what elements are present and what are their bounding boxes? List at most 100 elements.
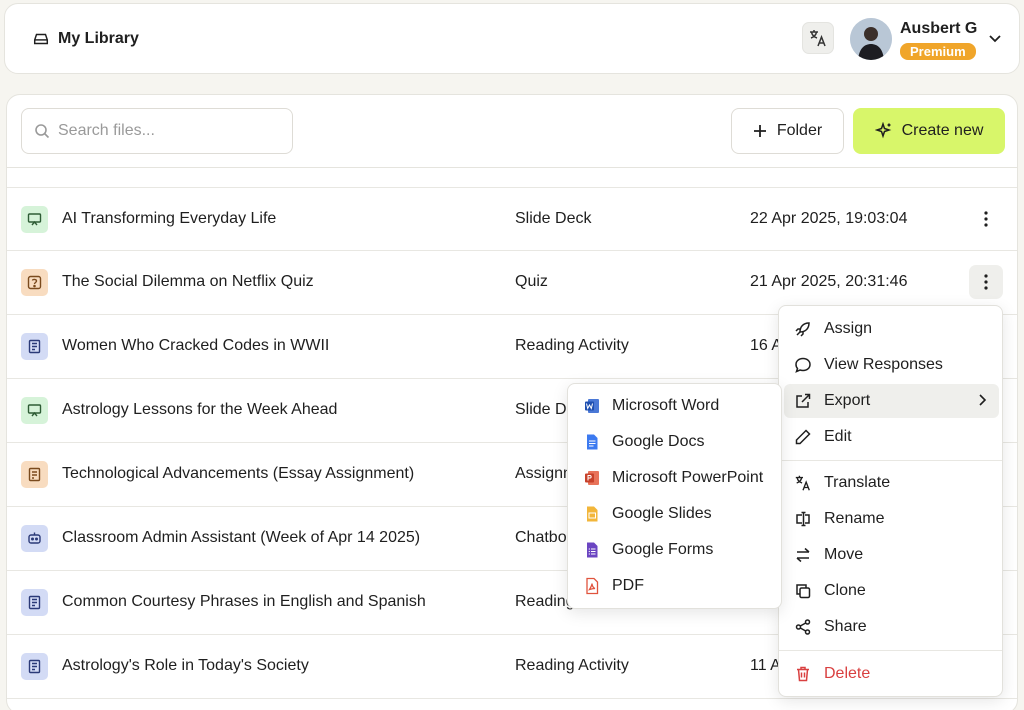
export-pdf-item[interactable]: PDF bbox=[573, 569, 778, 603]
folder-label: Folder bbox=[776, 122, 823, 139]
file-name[interactable]: Women Who Cracked Codes in WWII bbox=[62, 337, 329, 355]
microsoft-word-icon bbox=[585, 399, 599, 413]
create-label: Create new bbox=[901, 122, 984, 139]
file-name[interactable]: The Social Dilemma on Netflix Quiz bbox=[62, 273, 314, 291]
chatbot-icon bbox=[21, 525, 48, 552]
move-menu-item[interactable]: Move bbox=[784, 538, 999, 572]
search-box[interactable] bbox=[21, 108, 293, 154]
chevron-right-icon bbox=[979, 394, 987, 406]
rocket-icon bbox=[795, 322, 810, 337]
arrows-swap-icon bbox=[796, 547, 810, 563]
edit-menu-item[interactable]: Edit bbox=[784, 420, 999, 454]
file-type: Slide D bbox=[515, 401, 567, 418]
rename-icon bbox=[796, 511, 810, 527]
export-submenu: Microsoft Word Google Docs Microsoft Pow… bbox=[567, 383, 782, 609]
my-library-link[interactable]: My Library bbox=[32, 30, 139, 48]
menu-label: Rename bbox=[824, 510, 885, 527]
context-menu: Assign View Responses Export Edit Transl… bbox=[778, 305, 1003, 697]
user-name: Ausbert G bbox=[900, 20, 978, 37]
file-name[interactable]: Common Courtesy Phrases in English and S… bbox=[62, 593, 426, 611]
file-date: 11 A bbox=[750, 657, 781, 674]
more-options-button[interactable] bbox=[969, 265, 1003, 299]
menu-divider bbox=[779, 650, 1002, 651]
file-type: Slide Deck bbox=[515, 210, 592, 227]
reading-icon bbox=[21, 589, 48, 616]
menu-label: Google Docs bbox=[612, 433, 705, 450]
menu-label: PDF bbox=[612, 577, 644, 594]
quiz-icon bbox=[21, 269, 48, 296]
menu-label: Clone bbox=[824, 582, 866, 599]
menu-label: Delete bbox=[824, 665, 871, 682]
translate-menu-item[interactable]: Translate bbox=[784, 466, 999, 500]
pdf-icon bbox=[586, 577, 599, 595]
presentation-icon bbox=[21, 206, 48, 233]
language-button[interactable] bbox=[802, 22, 834, 54]
more-options-button[interactable] bbox=[969, 202, 1003, 236]
menu-label: View Responses bbox=[824, 356, 943, 373]
google-docs-icon bbox=[587, 434, 598, 450]
drive-icon bbox=[33, 33, 49, 45]
copy-icon bbox=[796, 584, 811, 599]
share-icon bbox=[795, 619, 811, 635]
menu-divider bbox=[779, 460, 1002, 461]
menu-label: Export bbox=[824, 392, 871, 409]
reading-icon bbox=[21, 653, 48, 680]
view-responses-menu-item[interactable]: View Responses bbox=[784, 348, 999, 382]
google-forms-icon bbox=[587, 542, 598, 558]
search-input[interactable] bbox=[58, 122, 278, 140]
file-type: Quiz bbox=[515, 273, 548, 290]
file-type: Reading Activity bbox=[515, 657, 629, 674]
assign-menu-item[interactable]: Assign bbox=[784, 312, 999, 346]
menu-label: Google Forms bbox=[612, 541, 714, 558]
trash-icon bbox=[797, 666, 809, 682]
more-vertical-icon bbox=[984, 274, 988, 290]
export-word-item[interactable]: Microsoft Word bbox=[573, 389, 778, 423]
export-menu-item[interactable]: Export bbox=[784, 384, 999, 418]
sparkle-icon bbox=[874, 122, 891, 139]
file-name[interactable]: Technological Advancements (Essay Assign… bbox=[62, 465, 414, 483]
file-type: Reading Activity bbox=[515, 337, 629, 354]
table-row[interactable]: AI Transforming Everyday Life Slide Deck… bbox=[7, 187, 1017, 251]
file-name[interactable]: Classroom Admin Assistant (Week of Apr 1… bbox=[62, 529, 420, 547]
external-link-icon bbox=[796, 393, 811, 408]
translate-icon bbox=[810, 30, 826, 47]
file-date: 21 Apr 2025, 20:31:46 bbox=[750, 273, 908, 290]
create-new-button[interactable]: Create new bbox=[853, 108, 1005, 154]
divider bbox=[7, 167, 1017, 168]
user-photo-icon bbox=[850, 18, 892, 60]
assignment-icon bbox=[21, 461, 48, 488]
pencil-icon bbox=[795, 429, 811, 445]
new-folder-button[interactable]: Folder bbox=[731, 108, 844, 154]
top-bar: My Library Ausbert G Premium bbox=[4, 3, 1020, 74]
premium-badge: Premium bbox=[900, 43, 976, 60]
file-name[interactable]: Astrology Lessons for the Week Ahead bbox=[62, 401, 337, 419]
presentation-icon bbox=[21, 397, 48, 424]
file-type: Reading bbox=[515, 593, 575, 610]
export-google-slides-item[interactable]: Google Slides bbox=[573, 497, 778, 531]
translate-icon bbox=[795, 475, 810, 491]
avatar[interactable] bbox=[850, 18, 892, 60]
microsoft-powerpoint-icon bbox=[585, 471, 599, 485]
menu-label: Microsoft PowerPoint bbox=[612, 469, 764, 486]
menu-label: Assign bbox=[824, 320, 873, 337]
menu-label: Microsoft Word bbox=[612, 397, 720, 414]
menu-label: Edit bbox=[824, 428, 852, 445]
file-date: 22 Apr 2025, 19:03:04 bbox=[750, 210, 908, 227]
export-google-docs-item[interactable]: Google Docs bbox=[573, 425, 778, 459]
menu-label: Move bbox=[824, 546, 864, 563]
file-name[interactable]: Astrology's Role in Today's Society bbox=[62, 657, 309, 675]
file-name[interactable]: AI Transforming Everyday Life bbox=[62, 210, 276, 228]
rename-menu-item[interactable]: Rename bbox=[784, 502, 999, 536]
plus-icon bbox=[753, 125, 766, 137]
menu-label: Translate bbox=[824, 474, 891, 491]
export-google-forms-item[interactable]: Google Forms bbox=[573, 533, 778, 567]
clone-menu-item[interactable]: Clone bbox=[784, 574, 999, 608]
share-menu-item[interactable]: Share bbox=[784, 610, 999, 644]
search-icon bbox=[35, 124, 50, 139]
reading-icon bbox=[21, 333, 48, 360]
menu-label: Google Slides bbox=[612, 505, 712, 522]
delete-menu-item[interactable]: Delete bbox=[784, 657, 999, 691]
chevron-down-icon[interactable] bbox=[988, 34, 1002, 44]
export-powerpoint-item[interactable]: Microsoft PowerPoint bbox=[573, 461, 778, 495]
menu-label: Share bbox=[824, 618, 867, 635]
